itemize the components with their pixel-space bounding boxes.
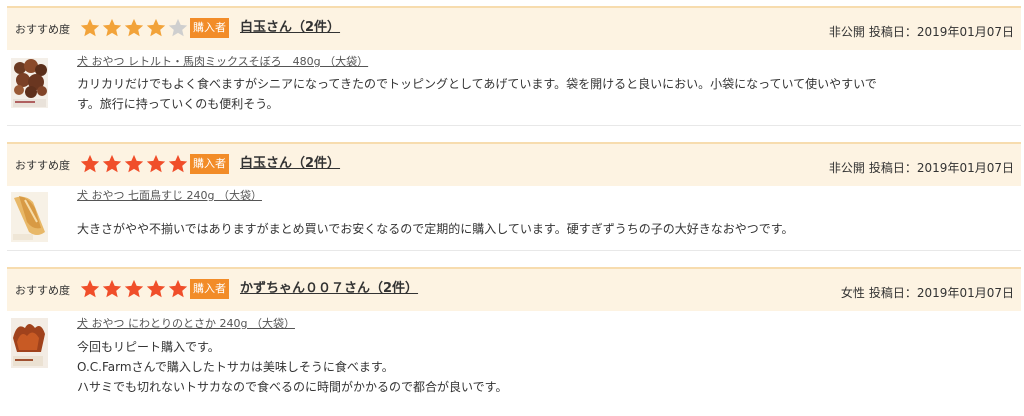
post-date: 2019年01月07日	[916, 25, 1014, 39]
post-date-label: 投稿日：	[868, 286, 917, 300]
recommendation-label: おすすめ度	[15, 23, 70, 36]
reviewer-gender: 非公開	[828, 25, 865, 39]
buyer-badge: 購入者	[190, 279, 229, 299]
product-thumbnail[interactable]	[11, 192, 48, 242]
reviewer-link[interactable]: かずちゃん００７さん（2件）	[240, 277, 418, 296]
product-link[interactable]: 犬 おやつ レトルト・馬肉ミックスそぼろ 480g （大袋）	[77, 53, 368, 69]
post-date: 2019年01月07日	[916, 161, 1014, 175]
review-meta: 非公開 投稿日：2019年01月07日	[829, 23, 1014, 40]
star-filled-icon	[79, 153, 101, 175]
review-text: カリカリだけでもよく食べますがシニアになってきたのでトッピングとしてあげています…	[77, 74, 1017, 114]
product-link[interactable]: 犬 おやつ 七面鳥すじ 240g （大袋）	[77, 187, 262, 203]
product-link[interactable]: 犬 おやつ にわとりのとさか 240g （大袋）	[77, 315, 295, 331]
review-text-line: 大きさがやや不揃いではありますがまとめ買いでお安くなるので定期的に購入しています…	[77, 222, 794, 236]
star-filled-icon	[123, 17, 145, 39]
star-filled-icon	[79, 17, 101, 39]
star-filled-icon	[167, 153, 189, 175]
review-meta: 非公開 投稿日：2019年01月07日	[829, 159, 1014, 176]
reviewer-gender: 女性	[840, 286, 865, 300]
reviewer-link[interactable]: 白玉さん（2件）	[240, 152, 340, 171]
star-filled-icon	[145, 278, 167, 300]
star-filled-icon	[101, 17, 123, 39]
star-filled-icon	[123, 278, 145, 300]
review-text-line: O.C.Farmさんで購入したトサカは美味しそうに食べます。	[77, 360, 394, 374]
recommendation-label: おすすめ度	[15, 159, 70, 172]
star-empty-icon	[167, 17, 189, 39]
product-thumbnail[interactable]	[11, 58, 48, 108]
star-filled-icon	[101, 278, 123, 300]
divider	[7, 125, 1021, 126]
divider	[7, 250, 1021, 251]
reviewer-link[interactable]: 白玉さん（2件）	[240, 16, 340, 35]
review-header: おすすめ度 購入者 白玉さん（2件） 非公開 投稿日：2019年01月07日	[7, 142, 1021, 186]
star-filled-icon	[123, 153, 145, 175]
review-header: おすすめ度 購入者 白玉さん（2件） 非公開 投稿日：2019年01月07日	[7, 6, 1021, 50]
recommendation-label: おすすめ度	[15, 284, 70, 297]
star-filled-icon	[101, 153, 123, 175]
review-header: おすすめ度 購入者 かずちゃん００７さん（2件） 女性 投稿日：2019年01月0…	[7, 267, 1021, 311]
review-text-line: す。旅行に持っていくのも便利そう。	[77, 97, 279, 111]
review-text-line: ハサミでも切れないトサカなので食べるのに時間がかかるので都合が良いです。	[77, 380, 508, 394]
star-filled-icon	[145, 17, 167, 39]
star-filled-icon	[145, 153, 167, 175]
buyer-badge: 購入者	[190, 154, 229, 174]
review-text-line: 今回もリピート購入です。	[77, 340, 220, 354]
star-filled-icon	[167, 278, 189, 300]
review-text: 今回もリピート購入です。 O.C.Farmさんで購入したトサカは美味しそうに食べ…	[77, 337, 1017, 397]
post-date-label: 投稿日：	[868, 25, 917, 39]
review-meta: 女性 投稿日：2019年01月07日	[841, 284, 1014, 301]
star-filled-icon	[79, 278, 101, 300]
post-date: 2019年01月07日	[916, 286, 1014, 300]
post-date-label: 投稿日：	[868, 161, 917, 175]
buyer-badge: 購入者	[190, 18, 229, 38]
product-thumbnail[interactable]	[11, 318, 48, 368]
review-text-line: カリカリだけでもよく食べますがシニアになってきたのでトッピングとしてあげています…	[77, 77, 877, 91]
review-text: 大きさがやや不揃いではありますがまとめ買いでお安くなるので定期的に購入しています…	[77, 219, 1017, 239]
reviewer-gender: 非公開	[828, 161, 865, 175]
